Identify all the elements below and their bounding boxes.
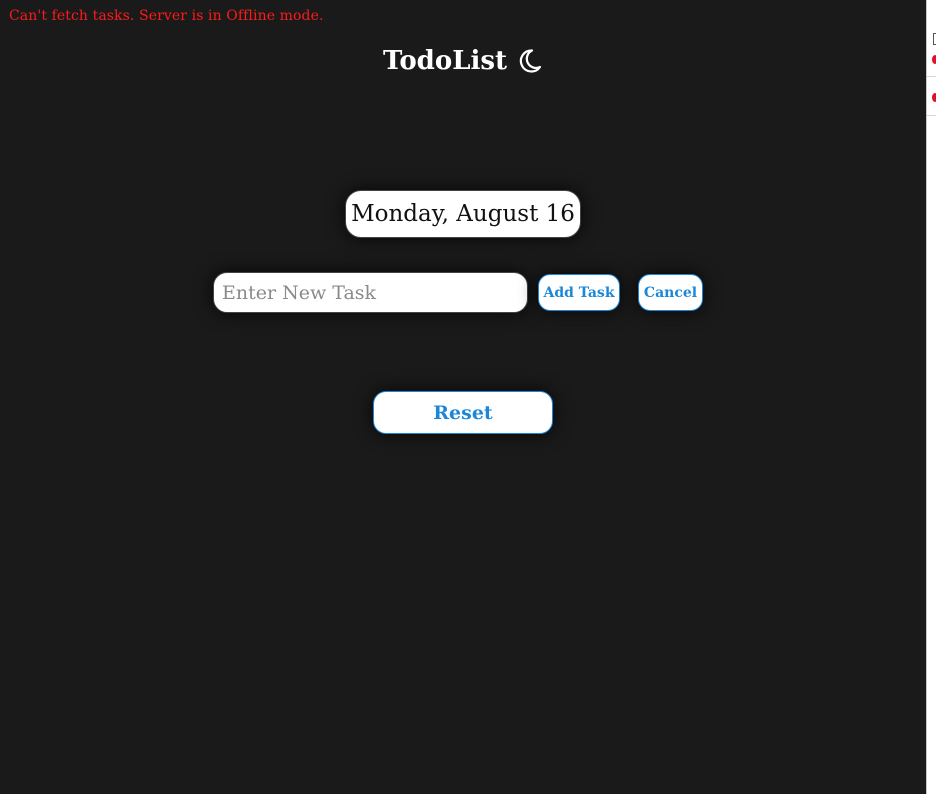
error-dot-icon [932,55,936,64]
divider [927,115,936,116]
error-message: Can't fetch tasks. Server is in Offline … [9,8,324,24]
date-display: Monday, August 16 [345,190,581,238]
date-label: Monday, August 16 [351,201,575,227]
moon-icon[interactable] [515,47,543,75]
side-panel-edge [926,0,936,794]
cancel-button[interactable]: Cancel [638,274,703,311]
error-dot-icon [932,93,936,102]
page-title: TodoList [382,46,508,76]
add-task-button[interactable]: Add Task [538,274,620,311]
reset-button[interactable]: Reset [373,391,553,434]
new-task-input[interactable] [213,272,528,313]
divider [927,76,936,77]
app-header: TodoList [0,46,926,76]
